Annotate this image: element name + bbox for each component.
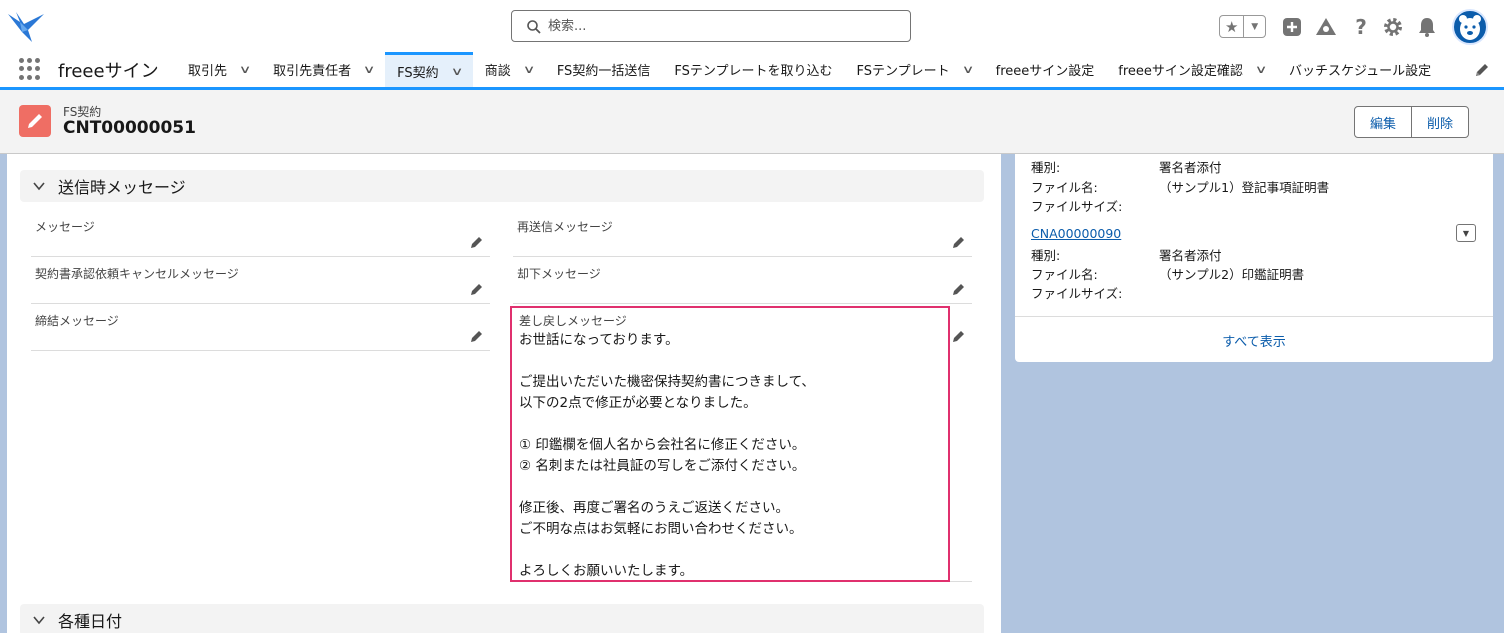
return-message-value: お世話になっております。 ご提出いただいた機密保持契約書につきまして、 以下の2… [519, 332, 815, 579]
field-label: 再送信メッセージ [517, 220, 613, 234]
attachment-file-name-value: （サンプル1）登記事項証明書 [1159, 180, 1330, 195]
freee-sign-logo-icon[interactable] [6, 8, 46, 44]
chevron-down-icon[interactable]: ∨ [363, 63, 376, 76]
field-reject-message: 却下メッセージ [513, 257, 972, 304]
edit-pencil-icon[interactable] [470, 329, 484, 343]
nav-item-fs-templates[interactable]: FSテンプレート ∨ [844, 52, 983, 87]
attachment-type-label: 種別: [1031, 160, 1061, 175]
user-avatar[interactable] [1452, 9, 1488, 45]
nav-item-fs-bulk-send[interactable]: FS契約一括送信 [545, 52, 663, 87]
edit-pencil-icon[interactable] [470, 282, 484, 296]
chevron-down-icon[interactable]: ∨ [961, 63, 974, 76]
row-actions-dropdown-icon[interactable]: ▼ [1456, 224, 1476, 242]
nav-item-sign-settings-check[interactable]: freeeサイン設定確認 ∨ [1106, 52, 1277, 87]
attachment-type-value: 署名者添付 [1159, 248, 1222, 263]
field-message: メッセージ [31, 210, 490, 257]
attachment-file-name-label: ファイル名: [1031, 180, 1098, 195]
edit-nav-pencil-icon[interactable] [1474, 62, 1490, 78]
favorites-button-group[interactable]: ★ ▼ [1219, 15, 1266, 38]
attachment-file-name-label: ファイル名: [1031, 267, 1098, 282]
view-all-link[interactable]: すべて表示 [1015, 331, 1493, 350]
section-title: 送信時メッセージ [58, 178, 186, 197]
field-cancel-message: 契約書承認依頼キャンセルメッセージ [31, 257, 490, 304]
section-messages-header[interactable]: 送信時メッセージ [20, 170, 984, 202]
chevron-down-icon[interactable] [32, 613, 46, 627]
help-icon[interactable]: ? [1350, 15, 1372, 39]
trailhead-icon[interactable] [1315, 16, 1337, 38]
attachment-record-link[interactable]: CNA00000090 [1031, 226, 1121, 241]
nav-item-fs-template-import[interactable]: FSテンプレートを取り込む [662, 52, 844, 87]
field-label: 却下メッセージ [517, 267, 601, 281]
record-name: CNT00000051 [63, 118, 196, 138]
divider [1015, 316, 1493, 317]
nav-item-fs-contracts[interactable]: FS契約 ∨ [385, 52, 473, 87]
nav-item-sign-settings[interactable]: freeeサイン設定 [984, 52, 1107, 87]
record-detail-panel: 送信時メッセージ メッセージ 契約書承認依頼キャンセルメッセージ 締結メッセージ… [7, 154, 1001, 633]
search-icon [527, 20, 541, 34]
section-title: 各種日付 [58, 612, 123, 631]
app-name: freeeサイン [58, 61, 159, 82]
edit-pencil-icon[interactable] [952, 329, 966, 343]
record-header: FS契約 CNT00000051 編集 削除 [0, 90, 1504, 154]
field-label: メッセージ [35, 220, 95, 234]
attachment-type-label: 種別: [1031, 248, 1061, 263]
nav-item-contacts[interactable]: 取引先責任者 ∨ [261, 52, 385, 87]
contract-record-icon [19, 105, 51, 137]
delete-button[interactable]: 削除 [1411, 107, 1468, 137]
edit-button[interactable]: 編集 [1355, 107, 1411, 137]
panel-gutter [1001, 154, 1015, 633]
edit-pencil-icon[interactable] [470, 235, 484, 249]
field-label: 締結メッセージ [35, 314, 119, 328]
setup-gear-icon[interactable] [1382, 16, 1404, 38]
nav-item-accounts[interactable]: 取引先 ∨ [176, 52, 261, 87]
app-navigation-bar: freeeサイン 取引先 ∨ 取引先責任者 ∨ FS契約 ∨ 商談 ∨ FS契約一括送信… [0, 52, 1504, 90]
field-conclude-message: 締結メッセージ [31, 304, 490, 351]
edit-pencil-icon[interactable] [952, 282, 966, 296]
add-icon[interactable] [1281, 16, 1303, 38]
attachment-type-value: 署名者添付 [1159, 160, 1222, 175]
favorites-dropdown-icon[interactable]: ▼ [1244, 16, 1265, 37]
chevron-down-icon[interactable]: ∨ [450, 65, 463, 78]
field-resend-message: 再送信メッセージ [513, 210, 972, 257]
field-return-message: 差し戻しメッセージ お世話になっております。 ご提出いただいた機密保持契約書につ… [510, 306, 950, 582]
record-action-buttons: 編集 削除 [1354, 106, 1470, 138]
notification-bell-icon[interactable] [1416, 16, 1438, 38]
chevron-down-icon[interactable] [32, 179, 46, 193]
search-input[interactable] [548, 16, 898, 36]
favorites-star-icon[interactable]: ★ [1220, 16, 1245, 37]
attachments-related-list: 種別: 署名者添付 ファイル名: （サンプル1）登記事項証明書 ファイルサイズ:… [1015, 154, 1493, 362]
chevron-down-icon[interactable]: ∨ [1255, 63, 1268, 76]
nav-item-batch-schedule[interactable]: バッチスケジュール設定 [1277, 52, 1443, 87]
attachment-file-size-label: ファイルサイズ: [1031, 286, 1123, 301]
attachment-file-name-value: （サンプル2）印鑑証明書 [1159, 267, 1305, 282]
app-launcher-icon[interactable] [19, 58, 41, 80]
edit-pencil-icon[interactable] [952, 235, 966, 249]
nav-item-opportunities[interactable]: 商談 ∨ [473, 52, 545, 87]
section-dates-header[interactable]: 各種日付 [20, 604, 984, 633]
attachment-file-size-label: ファイルサイズ: [1031, 199, 1123, 214]
nav-items: 取引先 ∨ 取引先責任者 ∨ FS契約 ∨ 商談 ∨ FS契約一括送信 FSテンプレート… [176, 52, 1443, 87]
global-header: ★ ▼ ? [0, 0, 1504, 52]
chevron-down-icon[interactable]: ∨ [522, 63, 535, 76]
chevron-down-icon[interactable]: ∨ [239, 63, 252, 76]
field-label: 差し戻しメッセージ [519, 314, 627, 328]
global-search-box[interactable] [511, 10, 911, 42]
field-label: 契約書承認依頼キャンセルメッセージ [35, 267, 239, 281]
